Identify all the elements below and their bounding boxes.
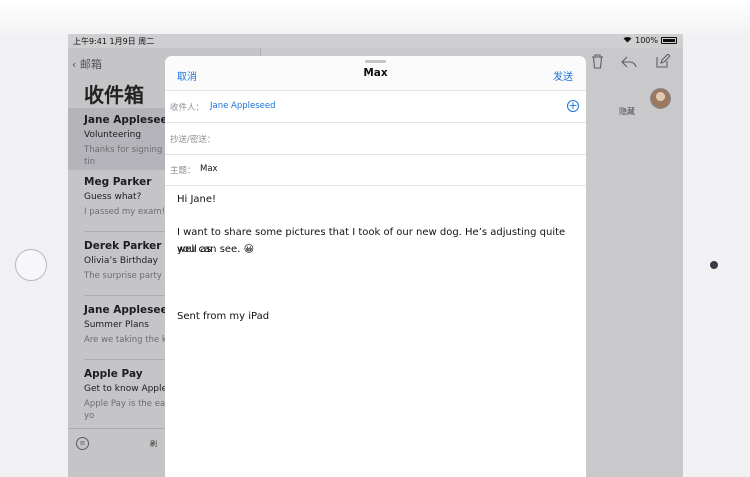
to-recipient[interactable]: Jane Appleseed: [210, 101, 276, 111]
mail-subject: Guess what?: [84, 192, 142, 202]
subject-label: 主题：: [170, 166, 196, 176]
status-time: 上午9:41 1月9日 周二: [73, 37, 155, 46]
mail-subject: Volunteering: [84, 130, 142, 140]
camera: [710, 261, 718, 269]
mail-sender: Meg Parker: [84, 176, 152, 188]
back-label: 邮箱: [79, 58, 102, 71]
battery-percent: 100%: [635, 36, 658, 45]
status-indicators: 100%: [623, 36, 677, 45]
sheet-grabber[interactable]: [365, 60, 386, 63]
compose-title: Max: [363, 67, 388, 79]
subject-field[interactable]: 主题： Max: [165, 154, 586, 186]
mail-sender: Jane Appleseed: [84, 114, 176, 126]
page-title: 收件箱: [84, 83, 144, 107]
bezel-top: [0, 0, 750, 34]
body-signature[interactable]: Sent from my iPad: [177, 308, 269, 325]
send-button[interactable]: 发送: [553, 68, 573, 83]
update-status: 刷: [150, 440, 157, 448]
back-button[interactable]: ‹ 邮箱: [72, 56, 102, 72]
subject-value[interactable]: Max: [200, 164, 218, 174]
avatar: [650, 88, 671, 109]
home-button[interactable]: [15, 249, 47, 281]
to-label: 收件人：: [170, 103, 205, 113]
mail-subject: Get to know Apple F: [84, 384, 176, 394]
compose-icon[interactable]: [656, 53, 671, 72]
mail-sender: Jane Appleseed: [84, 304, 176, 316]
filter-icon[interactable]: ≡: [76, 437, 89, 450]
status-bar: 上午9:41 1月9日 周二 100%: [68, 34, 683, 48]
body-greeting[interactable]: Hi Jane!: [177, 191, 216, 208]
trash-icon[interactable]: [591, 54, 604, 73]
battery-icon: [661, 37, 677, 44]
compose-sheet: 取消 Max 发送 收件人： Jane Appleseed + 抄送/密送： 主…: [165, 56, 586, 477]
mail-subject: Summer Plans: [84, 320, 149, 330]
reply-icon[interactable]: [621, 54, 637, 72]
mail-sender: Derek Parker: [84, 240, 162, 252]
chevron-left-icon: ‹: [72, 58, 77, 71]
body-line[interactable]: you can see. 😀: [177, 241, 254, 258]
cc-bcc-label: 抄送/密送：: [170, 135, 216, 145]
mail-sender: Apple Pay: [84, 368, 143, 380]
hide-link[interactable]: 隐藏: [619, 106, 635, 117]
cc-bcc-field[interactable]: 抄送/密送：: [165, 123, 586, 155]
to-field[interactable]: 收件人： Jane Appleseed +: [165, 91, 586, 123]
add-contact-icon[interactable]: +: [567, 100, 579, 112]
compose-header: 取消 Max 发送: [165, 56, 586, 91]
wifi-icon: [623, 36, 632, 45]
mail-subject: Olivia’s Birthday: [84, 256, 158, 266]
